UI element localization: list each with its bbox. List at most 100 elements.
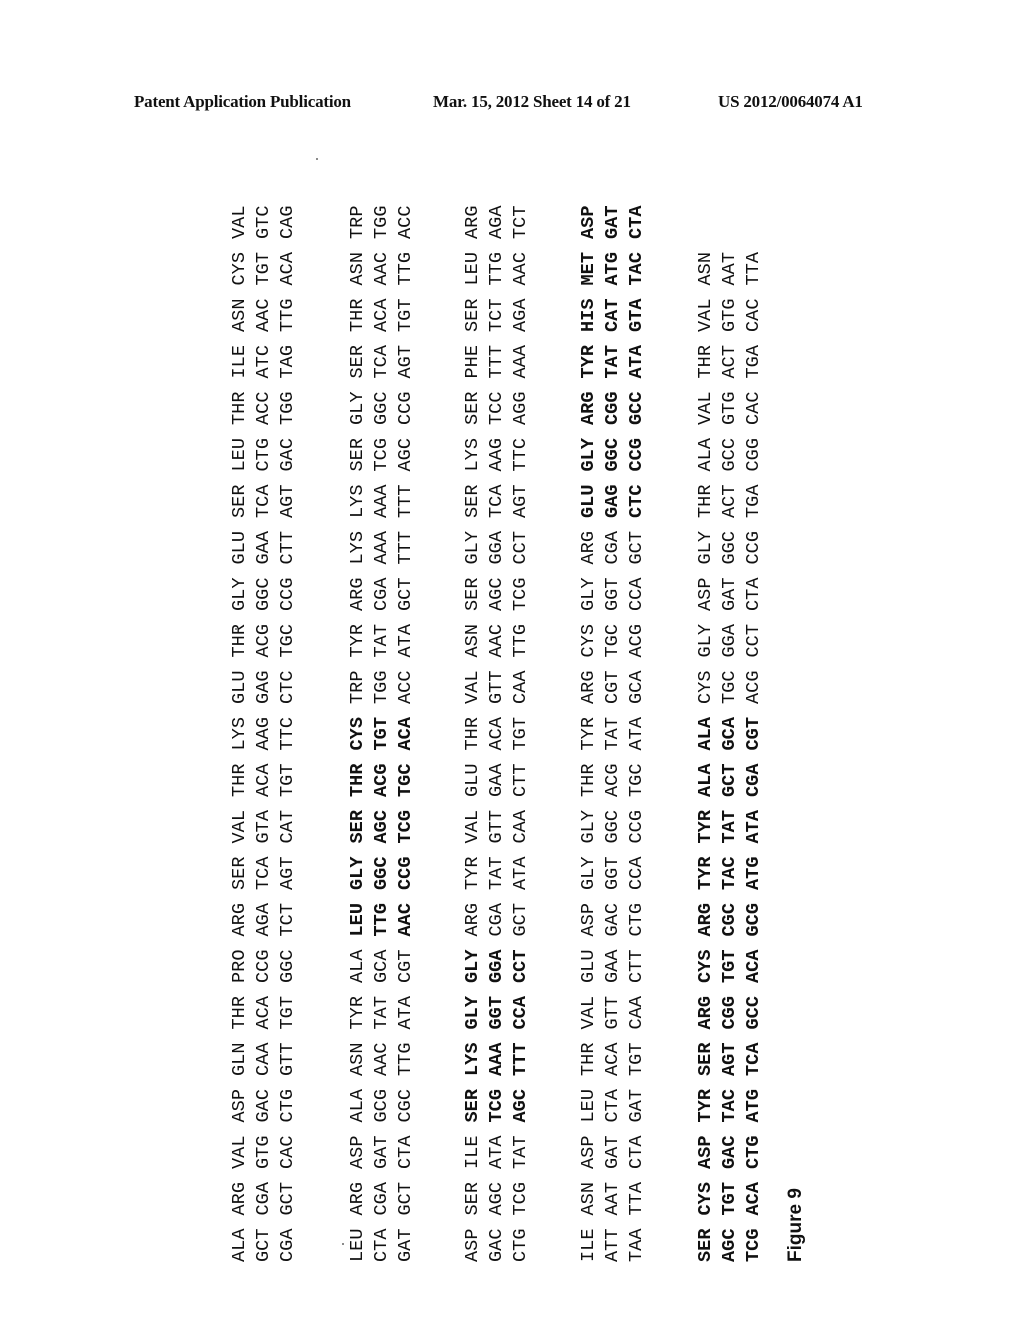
codon: ACG bbox=[743, 670, 764, 704]
codon: GGT bbox=[486, 996, 507, 1030]
codon: CAT bbox=[277, 810, 298, 844]
codon: GAT bbox=[602, 1135, 623, 1169]
codon: GCC bbox=[719, 438, 740, 472]
amino-acid: SER bbox=[347, 810, 368, 844]
amino-acid: GLU bbox=[229, 531, 250, 565]
codon: TGG bbox=[371, 205, 392, 239]
sequence-block: LEUARGASPALAASNTYRALALEUGLYSERTHRCYSTRPT… bbox=[346, 193, 418, 1262]
codon: TCG bbox=[395, 810, 416, 844]
publication-number: US 2012/0064074 A1 bbox=[718, 92, 863, 111]
codon: ACA bbox=[277, 252, 298, 286]
complement-strand-line: TCG ACA CTG ATG TCA GCC ACA GCG ATG ATA CGA CGT ACG C… bbox=[742, 239, 766, 1262]
codon: CCG bbox=[626, 438, 647, 472]
amino-acid: ARG bbox=[229, 903, 250, 937]
amino-acid: VAL bbox=[695, 391, 716, 425]
codon: GCA bbox=[626, 670, 647, 704]
codon: CTG bbox=[743, 1135, 764, 1169]
codon: CGA bbox=[486, 903, 507, 937]
figure-label: Figure 9 bbox=[785, 1188, 806, 1262]
codon: TAC bbox=[719, 1089, 740, 1123]
codon: GCA bbox=[371, 949, 392, 983]
codon: ATT bbox=[602, 1228, 623, 1262]
amino-acid: VAL bbox=[462, 670, 483, 704]
amino-acid: VAL bbox=[229, 810, 250, 844]
amino-acid: ILE bbox=[462, 1135, 483, 1169]
codon: AAA bbox=[371, 484, 392, 518]
codon: ACG bbox=[626, 624, 647, 658]
coding-strand-line: AGC TGT GAC TAC AGT CGG TGT CGC TAC TAT GCT GCA TGC G… bbox=[718, 239, 742, 1262]
codon: TAC bbox=[719, 856, 740, 890]
codon: CTT bbox=[510, 763, 531, 797]
codon: GGC bbox=[602, 810, 623, 844]
codon: AGA bbox=[253, 903, 274, 937]
codon: TCG bbox=[371, 438, 392, 472]
codon: AAT bbox=[719, 252, 740, 286]
codon: AAA bbox=[486, 1042, 507, 1076]
amino-acid: LYS bbox=[462, 438, 483, 472]
amino-acid: THR bbox=[695, 484, 716, 518]
amino-acid: ALA bbox=[347, 1089, 368, 1123]
amino-acid: TYR bbox=[578, 345, 599, 379]
amino-acid: ILE bbox=[578, 1228, 599, 1262]
codon: TCA bbox=[743, 1042, 764, 1076]
codon: TGC bbox=[626, 763, 647, 797]
codon: AAT bbox=[602, 1182, 623, 1216]
codon: TCG bbox=[743, 1228, 764, 1262]
codon: GCT bbox=[510, 903, 531, 937]
amino-acid: GLN bbox=[229, 1042, 250, 1076]
codon: CAA bbox=[510, 810, 531, 844]
codon: CTT bbox=[626, 949, 647, 983]
codon: TTG bbox=[277, 298, 298, 332]
amino-acid: GLY bbox=[462, 531, 483, 565]
codon: GCT bbox=[277, 1182, 298, 1216]
amino-acid: GLU bbox=[229, 670, 250, 704]
publication-type: Patent Application Publication bbox=[134, 92, 351, 111]
codon: GCC bbox=[743, 996, 764, 1030]
codon: ATA bbox=[510, 856, 531, 890]
codon: ACT bbox=[719, 484, 740, 518]
codon: TTG bbox=[395, 1042, 416, 1076]
codon: TGC bbox=[602, 624, 623, 658]
codon: AGT bbox=[277, 484, 298, 518]
amino-acid: ALA bbox=[695, 763, 716, 797]
amino-acid: SER bbox=[462, 1089, 483, 1123]
codon: CGT bbox=[743, 717, 764, 751]
amino-acid: ASP bbox=[462, 1228, 483, 1262]
amino-acid: ARG bbox=[578, 670, 599, 704]
codon: GTC bbox=[253, 205, 274, 239]
codon: TGG bbox=[277, 391, 298, 425]
codon: TCT bbox=[486, 298, 507, 332]
codon: TGT bbox=[253, 252, 274, 286]
codon: GCT bbox=[626, 531, 647, 565]
sequence-block: ILEASNASPLEUTHRVALGLUASPGLYGLYTHRTYRARGC… bbox=[577, 193, 649, 1262]
amino-acid: THR bbox=[229, 763, 250, 797]
codon: GCG bbox=[371, 1089, 392, 1123]
codon: ACA bbox=[743, 949, 764, 983]
codon: ACA bbox=[253, 996, 274, 1030]
codon: TCT bbox=[510, 205, 531, 239]
codon: AAA bbox=[371, 531, 392, 565]
codon: CAA bbox=[626, 996, 647, 1030]
codon: TAT bbox=[510, 1135, 531, 1169]
codon: CGC bbox=[395, 1089, 416, 1123]
codon: TGT bbox=[395, 298, 416, 332]
codon: TTA bbox=[743, 252, 764, 286]
codon: GAG bbox=[253, 670, 274, 704]
codon: ACA bbox=[486, 717, 507, 751]
coding-strand-line: CTA CGA GAT GCG AAC TAT GCA TTG GGC AGC ACG TGT TGG T… bbox=[370, 193, 394, 1262]
amino-acid: VAL bbox=[578, 996, 599, 1030]
amino-acid: SER bbox=[462, 298, 483, 332]
codon: TCA bbox=[371, 345, 392, 379]
sequence-figure: Figure 9 ALAARGVALASPGLNTHRPROARGSERVALT… bbox=[228, 147, 828, 1262]
codon: GTG bbox=[719, 298, 740, 332]
codon: AGA bbox=[510, 298, 531, 332]
amino-acid: HIS bbox=[578, 298, 599, 332]
amino-acid: ALA bbox=[695, 438, 716, 472]
codon: AGC bbox=[486, 577, 507, 611]
codon: TGC bbox=[395, 763, 416, 797]
amino-acid: TYR bbox=[578, 717, 599, 751]
amino-acid: THR bbox=[578, 763, 599, 797]
codon: GAT bbox=[719, 577, 740, 611]
codon: GGA bbox=[719, 624, 740, 658]
codon: CTT bbox=[277, 531, 298, 565]
